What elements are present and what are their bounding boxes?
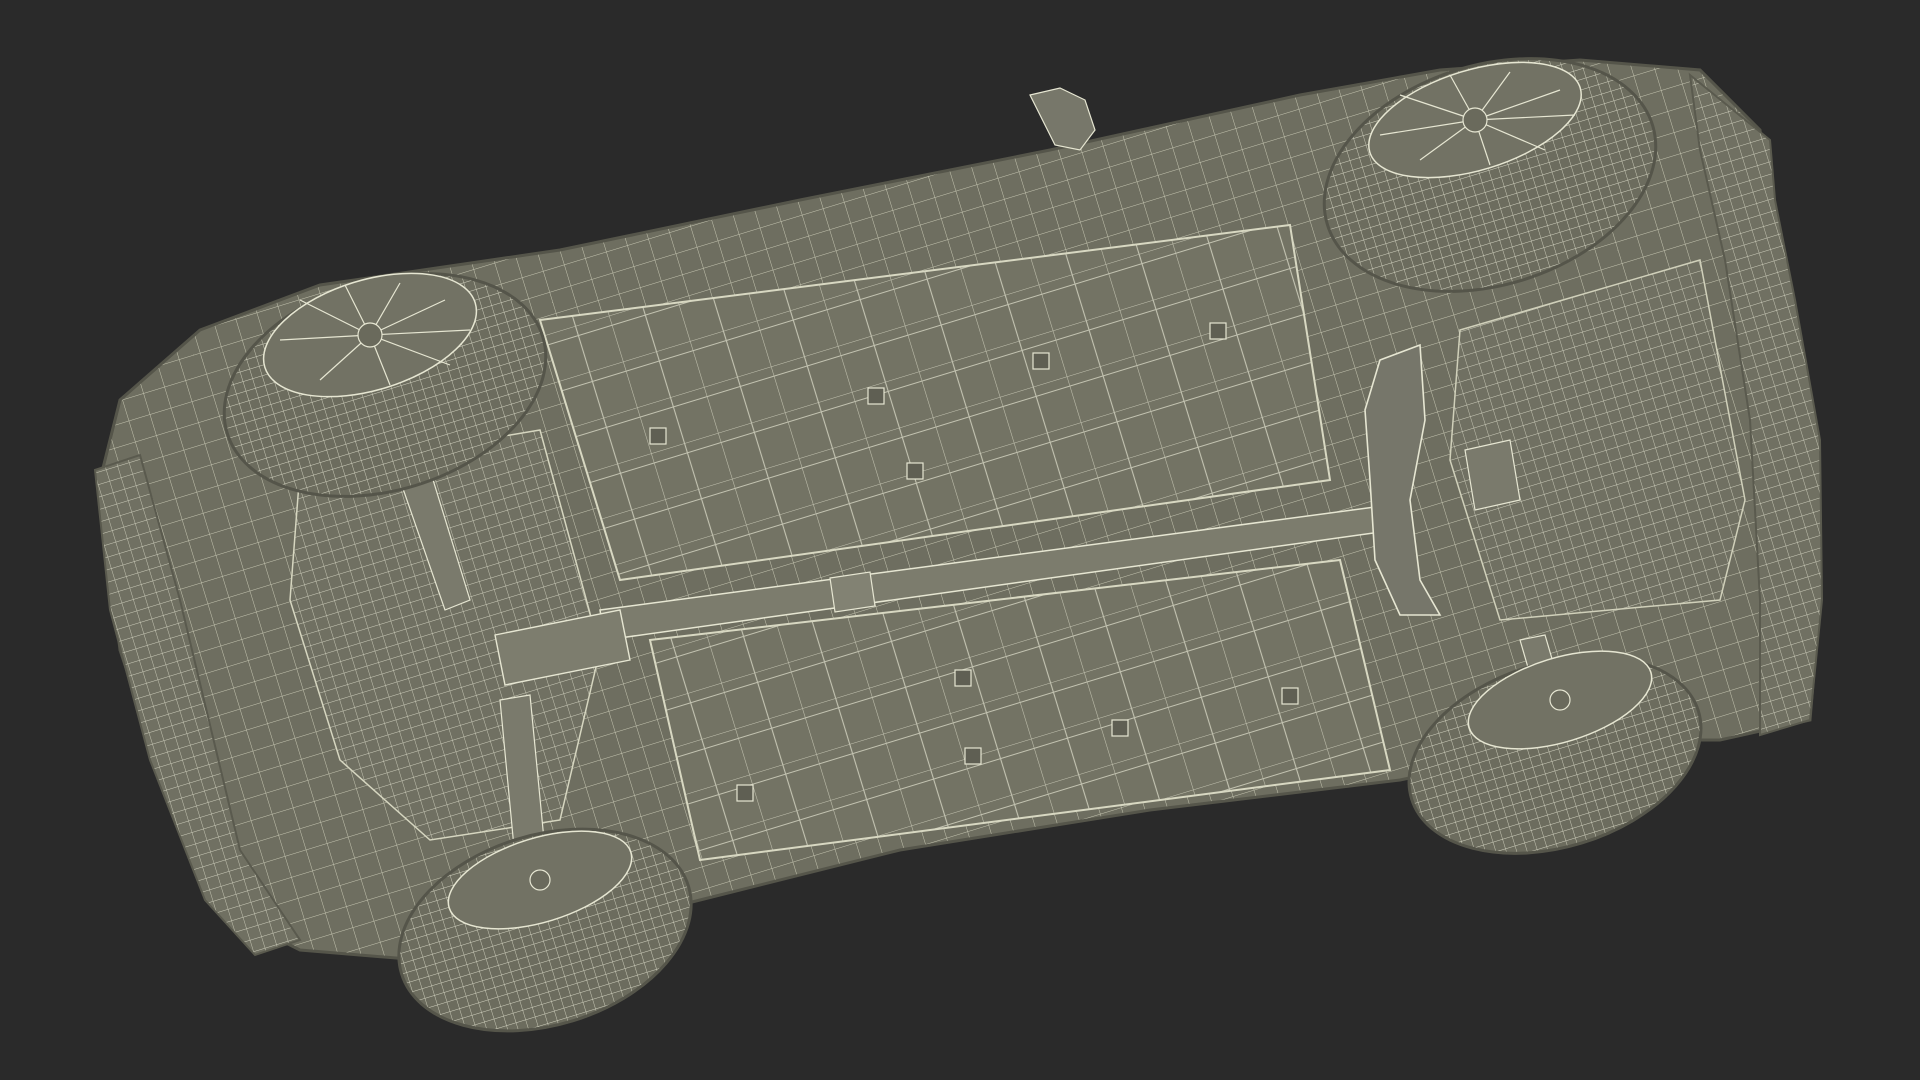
- drive-shaft-joint: [829, 571, 876, 613]
- bolt: [906, 462, 924, 480]
- bolt: [964, 747, 982, 765]
- bolt: [1209, 322, 1227, 340]
- car-wireframe-render: [93, 57, 1824, 1033]
- bolt: [649, 427, 667, 445]
- bolt: [867, 387, 885, 405]
- bolt: [736, 784, 754, 802]
- bolt: [1032, 352, 1050, 370]
- bolt: [954, 669, 972, 687]
- side-mirror: [1029, 87, 1096, 151]
- bolt: [1111, 719, 1129, 737]
- render-viewport: [0, 0, 1920, 1080]
- exhaust-box: [1464, 439, 1521, 511]
- bolt: [1281, 687, 1299, 705]
